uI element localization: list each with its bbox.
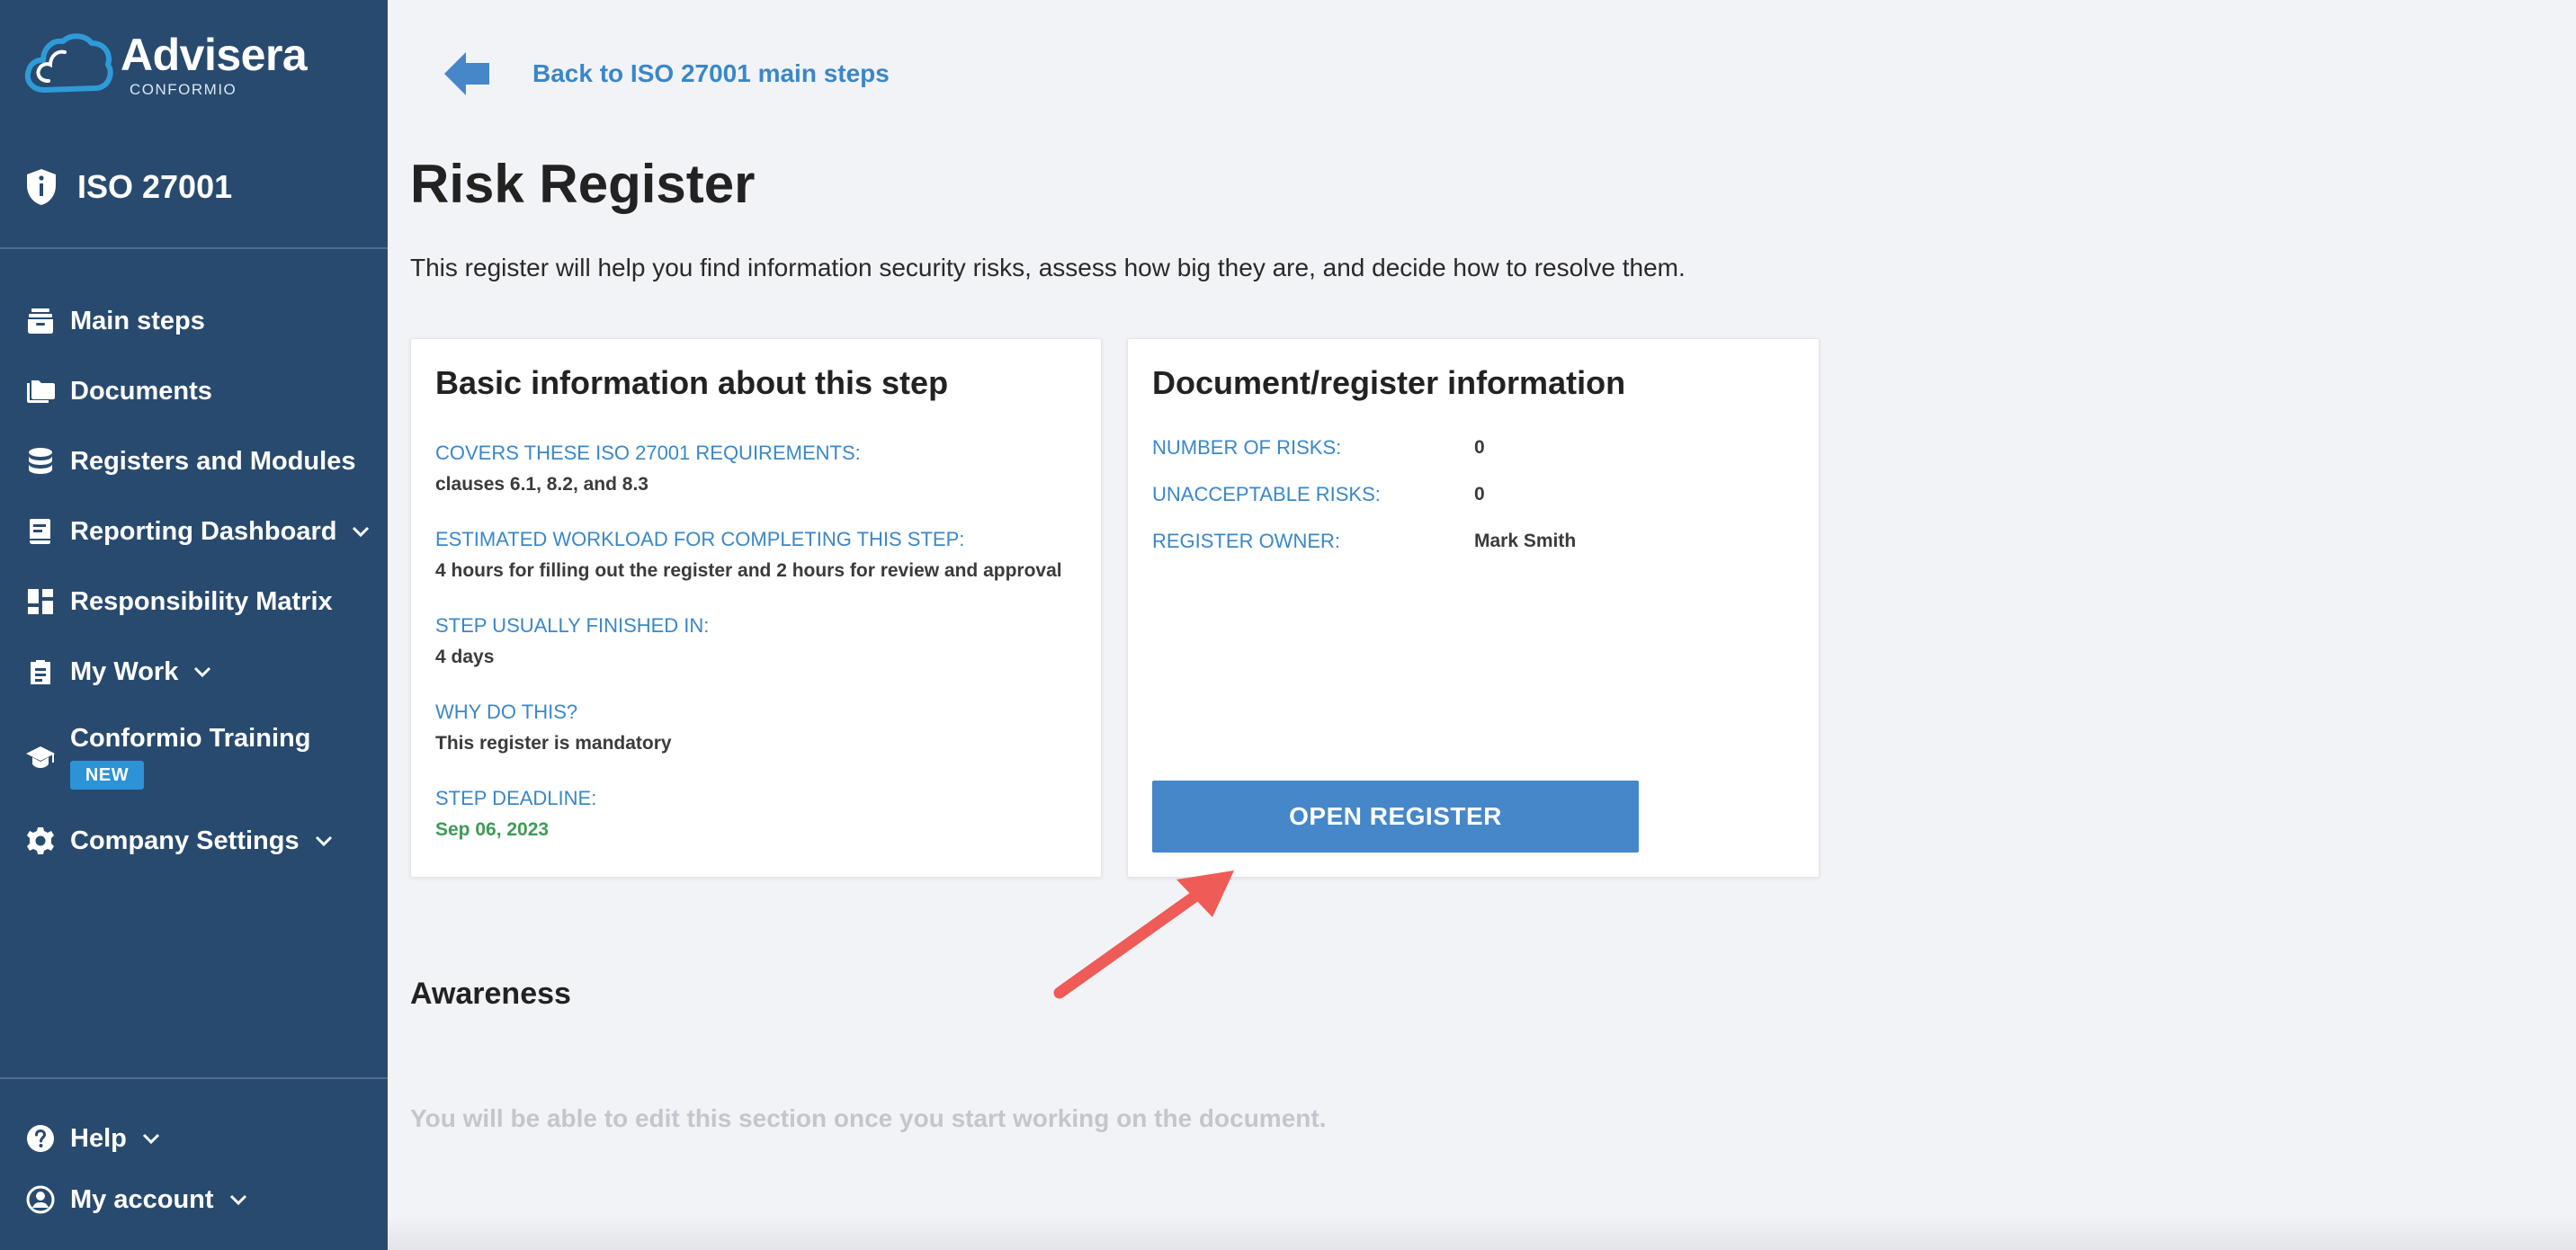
info-field-label: STEP USUALLY FINISHED IN: bbox=[435, 614, 710, 637]
sidebar-item-main-steps[interactable]: Main steps bbox=[25, 286, 371, 356]
sidebar-item-help[interactable]: Help bbox=[25, 1108, 248, 1169]
doc-info-value: 0 bbox=[1474, 437, 1485, 458]
sidebar-item-label: Reporting Dashboard bbox=[70, 516, 337, 546]
sidebar-item-my-work[interactable]: My Work bbox=[25, 637, 371, 707]
info-field: WHY DO THIS? This register is mandatory bbox=[435, 701, 672, 754]
page-description: This register will help you find informa… bbox=[410, 254, 1686, 281]
chevron-down-icon bbox=[229, 1194, 246, 1206]
cloud-logo-icon bbox=[24, 33, 113, 93]
sidebar-item-documents[interactable]: Documents bbox=[25, 356, 371, 426]
product-name: ISO 27001 bbox=[77, 168, 233, 205]
chevron-down-icon bbox=[142, 1133, 159, 1145]
doc-info-value: 0 bbox=[1474, 484, 1485, 504]
sidebar-item-registers[interactable]: Registers and Modules bbox=[25, 426, 371, 496]
layers-icon bbox=[28, 308, 53, 334]
info-field-label: STEP DEADLINE: bbox=[435, 787, 597, 809]
sidebar-item-label: Responsibility Matrix bbox=[70, 586, 333, 616]
sidebar-item-responsibility-matrix[interactable]: Responsibility Matrix bbox=[25, 567, 371, 637]
info-field: COVERS THESE ISO 27001 REQUIREMENTS: cla… bbox=[435, 442, 861, 496]
product-selector[interactable]: ISO 27001 bbox=[25, 167, 232, 207]
graduation-cap-icon bbox=[26, 746, 55, 768]
sidebar-nav: Main steps Documents Registers and Modul… bbox=[25, 286, 371, 876]
awareness-title: Awareness bbox=[410, 977, 571, 1011]
chevron-down-icon bbox=[194, 666, 211, 678]
sidebar-item-label: My account bbox=[70, 1184, 214, 1214]
brand-name: Advisera bbox=[121, 30, 308, 80]
doc-info-label: NUMBER OF RISKS: bbox=[1152, 436, 1342, 459]
sidebar-divider bbox=[0, 247, 388, 249]
chevron-down-icon bbox=[353, 526, 370, 538]
back-link[interactable]: Back to ISO 27001 main steps bbox=[443, 50, 890, 97]
sidebar-item-label: Company Settings bbox=[70, 826, 300, 855]
open-register-button[interactable]: OPEN REGISTER bbox=[1152, 781, 1639, 853]
annotation-arrow-icon bbox=[1053, 871, 1234, 999]
sidebar-bottom-nav: Help My account bbox=[25, 1108, 248, 1230]
database-icon bbox=[29, 448, 52, 474]
info-field-label: ESTIMATED WORKLOAD FOR COMPLETING THIS S… bbox=[435, 528, 965, 550]
doc-info-row: REGISTER OWNER: Mark Smith bbox=[1152, 530, 1576, 553]
arrow-left-icon bbox=[444, 52, 489, 95]
sidebar-item-my-account[interactable]: My account bbox=[25, 1169, 248, 1230]
grid-icon bbox=[28, 589, 53, 614]
step-deadline-value: Sep 06, 2023 bbox=[435, 819, 550, 840]
basic-info-card: Basic information about this step COVERS… bbox=[410, 338, 1102, 878]
user-icon bbox=[26, 1185, 55, 1214]
info-field-label: COVERS THESE ISO 27001 REQUIREMENTS: bbox=[435, 442, 861, 464]
doc-info-row: NUMBER OF RISKS: 0 bbox=[1152, 436, 1485, 460]
sidebar: Advisera CONFORMIO ISO 27001 Main steps bbox=[0, 0, 388, 1250]
sidebar-item-label: Conformio Training bbox=[70, 723, 311, 753]
sidebar-item-label: Documents bbox=[70, 376, 212, 406]
info-field: STEP DEADLINE: Sep 06, 2023 bbox=[435, 787, 596, 841]
sidebar-item-label: Registers and Modules bbox=[70, 446, 356, 476]
gear-icon bbox=[27, 827, 54, 854]
info-field-value: 4 hours for filling out the register and… bbox=[435, 560, 1062, 581]
info-field-value: clauses 6.1, 8.2, and 8.3 bbox=[435, 474, 648, 495]
sidebar-item-reporting-dashboard[interactable]: Reporting Dashboard bbox=[25, 496, 371, 567]
awareness-note: You will be able to edit this section on… bbox=[410, 1104, 1327, 1132]
brand-subtitle: CONFORMIO bbox=[130, 81, 237, 98]
report-icon bbox=[30, 519, 50, 544]
info-field-label: WHY DO THIS? bbox=[435, 701, 578, 723]
doc-info-label: UNACCEPTABLE RISKS: bbox=[1152, 483, 1381, 505]
help-icon bbox=[27, 1125, 54, 1152]
document-info-card: Document/register information NUMBER OF … bbox=[1127, 338, 1820, 878]
card-title: Document/register information bbox=[1152, 364, 1626, 401]
info-field: ESTIMATED WORKLOAD FOR COMPLETING THIS S… bbox=[435, 528, 1062, 582]
bottom-shade bbox=[388, 1214, 2576, 1250]
folders-icon bbox=[27, 380, 55, 403]
sidebar-item-conformio-training[interactable]: Conformio Training NEW bbox=[25, 707, 371, 806]
info-field: STEP USUALLY FINISHED IN: 4 days bbox=[435, 614, 709, 668]
logo[interactable]: Advisera CONFORMIO bbox=[22, 27, 308, 104]
chevron-down-icon bbox=[315, 835, 332, 847]
sidebar-item-label: Help bbox=[70, 1123, 127, 1153]
doc-info-row: UNACCEPTABLE RISKS: 0 bbox=[1152, 483, 1485, 506]
info-field-value: 4 days bbox=[435, 647, 495, 667]
clipboard-icon bbox=[31, 660, 50, 684]
back-link-label: Back to ISO 27001 main steps bbox=[532, 59, 890, 87]
info-field-value: This register is mandatory bbox=[435, 733, 672, 754]
shield-info-icon bbox=[27, 169, 56, 205]
sidebar-item-label: Main steps bbox=[70, 306, 205, 335]
page-title: Risk Register bbox=[410, 154, 756, 214]
new-badge: NEW bbox=[70, 760, 144, 790]
doc-info-label: REGISTER OWNER: bbox=[1152, 530, 1341, 552]
card-title: Basic information about this step bbox=[435, 364, 949, 401]
register-owner-value: Mark Smith bbox=[1474, 531, 1577, 551]
sidebar-divider bbox=[0, 1077, 388, 1079]
sidebar-item-label: My Work bbox=[70, 656, 179, 686]
sidebar-item-company-settings[interactable]: Company Settings bbox=[25, 806, 371, 876]
